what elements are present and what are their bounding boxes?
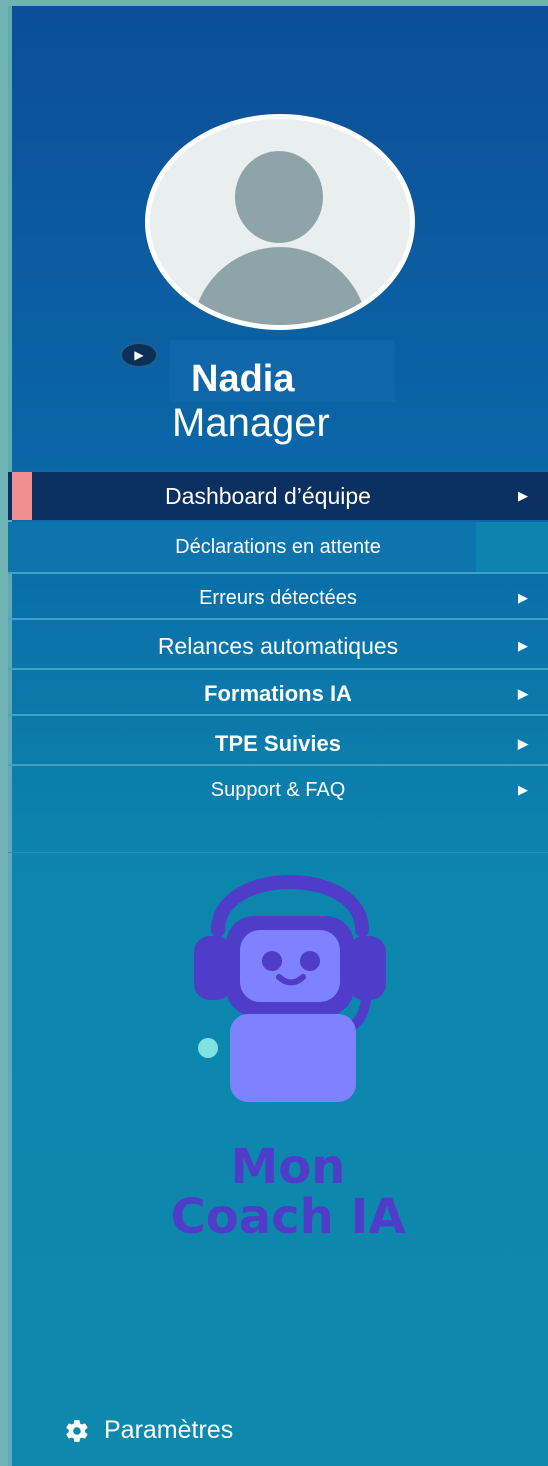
chevron-right-icon: ▶ (518, 782, 528, 797)
chevron-right-icon: ▶ (518, 638, 528, 653)
logo-line-1: Mon (230, 1139, 346, 1195)
nav-declarations-label: Déclarations en attente (175, 535, 381, 558)
nav-erreurs-label: Erreurs détectées (199, 586, 357, 609)
logo-text: Mon Coach IA (158, 1142, 418, 1242)
sidebar: ▶ Nadia Manager Dashboard d’équipe ▶ Déc… (8, 6, 548, 1466)
user-name: Nadia (191, 358, 295, 400)
nav-declarations-attente[interactable]: Déclarations en attente (8, 522, 548, 572)
nav-relances-automatiques[interactable]: Relances automatiques ▶ (8, 622, 548, 670)
divider (8, 618, 548, 620)
chevron-right-icon: ▶ (518, 488, 528, 503)
chevron-right-icon: ▶ (518, 590, 528, 605)
avatar[interactable] (145, 114, 415, 330)
nav-erreurs-detectees[interactable]: Erreurs détectées ▶ (8, 574, 548, 622)
robot-headset-icon (194, 875, 386, 1102)
avatar-head (235, 151, 323, 243)
avatar-body (192, 247, 368, 325)
nav-formations-ia[interactable]: Formations IA ▶ (8, 670, 548, 718)
gear-icon (66, 1419, 88, 1442)
nav-tpe-suivies[interactable]: TPE Suivies ▶ (8, 720, 548, 768)
settings-label: Paramètres (104, 1416, 234, 1444)
nav-support-faq[interactable]: Support & FAQ ▶ (8, 766, 548, 814)
chevron-right-icon: ▶ (518, 686, 528, 701)
nav-support-label: Support & FAQ (210, 778, 346, 801)
nav-formations-label: Formations IA (204, 681, 352, 706)
settings-link[interactable]: Paramètres (64, 1416, 233, 1445)
nav-dashboard-equipe[interactable]: Dashboard d’équipe ▶ (8, 472, 548, 520)
nav-tpe-label: TPE Suivies (215, 731, 341, 756)
play-icon[interactable]: ▶ (120, 342, 158, 368)
sub-item-edge (476, 522, 548, 572)
user-role: Manager (172, 401, 330, 445)
divider (8, 714, 548, 716)
nav-dashboard-label: Dashboard d’équipe (165, 482, 371, 509)
active-indicator (12, 472, 32, 520)
logo-line-2: Coach IA (170, 1189, 406, 1245)
nav-relances-label: Relances automatiques (157, 632, 399, 659)
chevron-right-icon: ▶ (518, 736, 528, 751)
